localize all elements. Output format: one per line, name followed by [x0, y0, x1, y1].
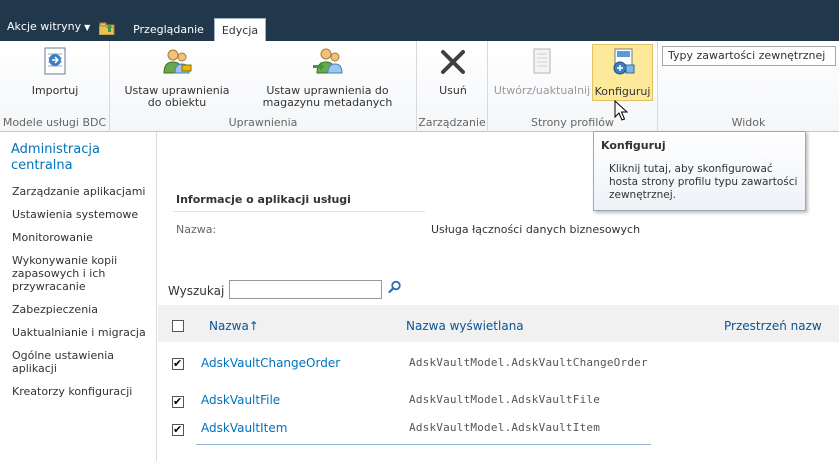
nav-item-backup-restore[interactable]: Wykonywanie kopii zapasowych i ich przyw…: [0, 254, 156, 293]
top-bar: Akcje witryny ▼ Przeglądanie Edycja: [0, 0, 839, 41]
set-metadata-store-permissions-label: Ustaw uprawnienia do magazynu metadanych: [262, 84, 393, 109]
mouse-cursor-icon: [614, 100, 628, 121]
configure-tooltip: Konfiguruj Kliknij tutaj, aby skonfiguro…: [593, 131, 806, 211]
col-header-display-name[interactable]: Nazwa wyświetlana: [406, 319, 524, 333]
set-object-permissions-label: Ustaw uprawnienia do obiektu: [124, 84, 230, 109]
set-object-permissions-button[interactable]: Ustaw uprawnienia do obiektu: [116, 45, 238, 109]
name-value: Usługa łączności danych biznesowych: [431, 223, 641, 236]
configure-label: Konfiguruj: [594, 85, 651, 98]
tab-edit[interactable]: Edycja: [214, 18, 266, 41]
import-label: Importuj: [31, 84, 79, 97]
group-profile-pages: Utwórz/uaktualnij Konfiguruj Strony prof…: [488, 41, 658, 132]
row-display-name: AdskVaultModel.AdskVaultItem: [409, 421, 601, 434]
col-header-namespace[interactable]: Przestrzeń nazw: [724, 319, 822, 333]
select-all-checkbox[interactable]: [172, 320, 184, 332]
search-label: Wyszukaj: [168, 284, 225, 298]
group-permissions: Ustaw uprawnienia do obiektu Ustaw upraw…: [110, 41, 417, 132]
row-name-link[interactable]: AdskVaultFile: [201, 393, 280, 407]
create-upgrade-button[interactable]: Utwórz/uaktualnij: [493, 45, 591, 97]
nav-item-configuration-wizards[interactable]: Kreatorzy konfiguracji: [0, 385, 156, 398]
table-bottom-border: [196, 444, 651, 445]
group-label-permissions: Uprawnienia: [228, 116, 298, 129]
search-input[interactable]: [229, 280, 382, 299]
group-label-view: Widok: [731, 116, 766, 129]
create-upgrade-icon: [533, 48, 551, 74]
row-display-name: AdskVaultModel.AdskVaultFile: [409, 393, 601, 406]
group-management: Usuń Zarządzanie: [417, 41, 488, 132]
metadata-store-permissions-icon: [312, 48, 343, 74]
search-icon[interactable]: [388, 280, 402, 294]
quick-launch: Administracja centralna Zarządzanie apli…: [0, 132, 157, 461]
delete-label: Usuń: [439, 84, 467, 97]
nav-item-system-settings[interactable]: Ustawienia systemowe: [0, 208, 156, 221]
group-label-profile-pages: Strony profilów: [531, 116, 614, 129]
set-metadata-store-permissions-button[interactable]: Ustaw uprawnienia do magazynu metadanych: [240, 45, 415, 109]
tab-browse[interactable]: Przeglądanie: [127, 18, 210, 41]
import-button[interactable]: Importuj: [25, 45, 85, 97]
import-icon: [44, 47, 66, 75]
group-label-bdc-models: Modele usługi BDC: [2, 116, 107, 129]
row-name-link[interactable]: AdskVaultItem: [201, 421, 287, 435]
row-name-link[interactable]: AdskVaultChangeOrder: [201, 356, 340, 370]
section-title: Informacje o aplikacji usługi: [176, 193, 351, 206]
object-permissions-icon: [163, 49, 192, 74]
nav-title-central-admin[interactable]: Administracja centralna: [0, 132, 156, 174]
group-bdc-models: Importuj Modele usługi BDC: [0, 41, 110, 132]
nav-item-general-settings[interactable]: Ogólne ustawienia aplikacji: [0, 349, 156, 375]
delete-button[interactable]: Usuń: [425, 45, 481, 97]
site-actions-menu[interactable]: Akcje witryny ▼: [7, 20, 90, 33]
name-label: Nazwa:: [176, 223, 217, 236]
nav-item-application-management[interactable]: Zarządzanie aplikacjami: [0, 185, 156, 198]
group-label-management: Zarządzanie: [418, 116, 486, 129]
view-type-dropdown[interactable]: Typy zawartości zewnętrznej: [662, 46, 836, 66]
tooltip-body: Kliknij tutaj, aby skonfigurować hosta s…: [609, 163, 798, 201]
row-display-name: AdskVaultModel.AdskVaultChangeOrder: [409, 356, 648, 369]
nav-item-monitoring[interactable]: Monitorowanie: [0, 231, 156, 244]
section-divider: [173, 211, 425, 212]
configure-icon: [613, 48, 634, 75]
site-actions-label: Akcje witryny: [7, 20, 82, 33]
tooltip-title: Konfiguruj: [601, 139, 666, 152]
col-header-name[interactable]: Nazwa↑: [209, 319, 259, 333]
table-header: Nazwa↑ Nazwa wyświetlana Przestrzeń nazw: [158, 305, 839, 342]
row-checkbox[interactable]: [172, 357, 184, 370]
chevron-down-icon: ▼: [84, 22, 91, 32]
row-checkbox[interactable]: [172, 395, 184, 408]
nav-item-upgrade-migration[interactable]: Uaktualnianie i migracja: [0, 326, 156, 339]
configure-button[interactable]: Konfiguruj: [592, 44, 653, 101]
nav-item-security[interactable]: Zabezpieczenia: [0, 303, 156, 316]
navigate-up-icon[interactable]: [99, 22, 115, 35]
ribbon: Importuj Modele usługi BDC Ustaw uprawni…: [0, 41, 839, 132]
row-checkbox[interactable]: [172, 423, 184, 436]
create-upgrade-label: Utwórz/uaktualnij: [493, 84, 591, 97]
delete-icon: [441, 50, 465, 74]
